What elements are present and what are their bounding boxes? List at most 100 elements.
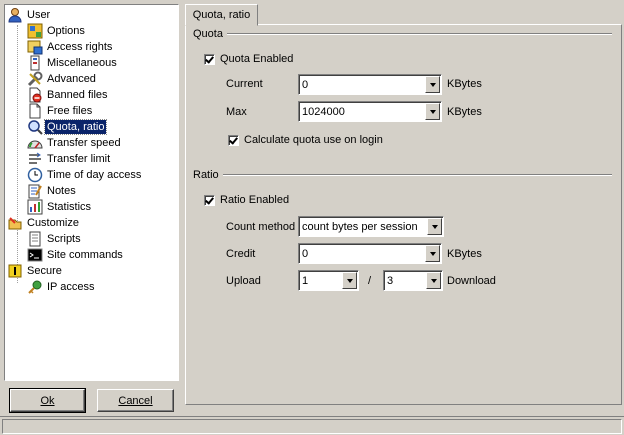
chevron-down-icon: [430, 278, 437, 283]
tree-item-label: Transfer speed: [47, 137, 121, 149]
dropdown-button[interactable]: [425, 76, 440, 93]
quota-group-header: Quota: [193, 28, 612, 40]
download-value: 3: [387, 274, 394, 287]
options-icon: [27, 23, 43, 39]
tree-item-site-commands[interactable]: Site commands: [27, 247, 125, 263]
calculate-quota-checkbox[interactable]: Calculate quota use on login: [228, 134, 383, 146]
tree-item-transfer-limit[interactable]: Transfer limit: [27, 151, 112, 167]
max-value: 1024000: [302, 105, 345, 118]
quota-enabled-checkbox[interactable]: Quota Enabled: [204, 53, 293, 65]
tree-group-label: User: [27, 9, 51, 21]
tree-item-free-files[interactable]: Free files: [27, 103, 94, 119]
credit-unit: KBytes: [447, 248, 482, 260]
status-bar: [0, 416, 624, 435]
cancel-button-label: Cancel: [118, 394, 153, 407]
banned-files-icon: [29, 87, 42, 103]
tree-item-label: Notes: [47, 185, 76, 197]
transfer-speed-icon: [27, 140, 43, 149]
credit-combo[interactable]: 0: [298, 243, 442, 264]
credit-value: 0: [302, 247, 309, 260]
tree-item-label: Advanced: [47, 73, 96, 85]
dropdown-button[interactable]: [342, 272, 357, 289]
ratio-group-label: Ratio: [193, 169, 219, 181]
tab-label: Quota, ratio: [192, 9, 251, 21]
tree-item-label: Miscellaneous: [47, 57, 117, 69]
tree-item-label: Statistics: [47, 201, 92, 213]
tree-item-label: Scripts: [47, 233, 81, 245]
upload-label: Upload: [226, 275, 261, 287]
tree-group-customize[interactable]: Customize: [7, 215, 81, 231]
tree-line: [17, 25, 18, 283]
download-combo[interactable]: 3: [383, 270, 443, 291]
tree-item-scripts[interactable]: Scripts: [27, 231, 83, 247]
dropdown-button[interactable]: [427, 218, 442, 235]
settings-tree[interactable]: User Options Access rights Miscellaneous…: [4, 4, 179, 381]
quota-group-label: Quota: [193, 28, 223, 40]
dropdown-button[interactable]: [425, 103, 440, 120]
notes-icon: [28, 184, 42, 199]
count-method-label: Count method: [226, 221, 296, 233]
upload-value: 1: [302, 274, 309, 287]
ip-access-icon: [28, 280, 42, 294]
max-unit: KBytes: [447, 106, 482, 118]
download-label: Download: [447, 275, 496, 287]
tab-quota-ratio[interactable]: Quota, ratio: [185, 4, 258, 26]
max-combo[interactable]: 1024000: [298, 101, 442, 122]
tree-item-label: Site commands: [47, 249, 123, 261]
tree-item-label: Free files: [47, 105, 93, 117]
tree-item-time-of-day-access[interactable]: Time of day access: [27, 167, 143, 183]
transfer-limit-icon: [29, 152, 41, 164]
dropdown-button[interactable]: [426, 272, 441, 289]
tree-group-user[interactable]: User: [7, 7, 52, 23]
ok-button-label: Ok: [40, 394, 55, 407]
tree-item-transfer-speed[interactable]: Transfer speed: [27, 135, 123, 151]
quota-ratio-icon: [28, 120, 43, 135]
chevron-down-icon: [346, 278, 353, 283]
count-method-select[interactable]: count bytes per session: [298, 216, 444, 237]
tree-item-notes[interactable]: Notes: [27, 183, 78, 199]
ok-button[interactable]: Ok: [9, 388, 86, 413]
statistics-icon: [27, 199, 43, 215]
tree-item-label: Banned files: [47, 89, 108, 101]
tree-line: [17, 233, 18, 243]
customize-icon: [8, 217, 22, 230]
current-combo[interactable]: 0: [298, 74, 442, 95]
tree-item-options[interactable]: Options: [27, 23, 87, 39]
tree-item-ip-access[interactable]: IP access: [27, 279, 97, 295]
access-rights-icon: [27, 40, 43, 55]
group-divider: [222, 174, 612, 176]
ratio-enabled-checkbox[interactable]: Ratio Enabled: [204, 194, 289, 206]
tree-item-quota-ratio[interactable]: Quota, ratio: [27, 119, 108, 135]
chevron-down-icon: [429, 109, 436, 114]
upload-combo[interactable]: 1: [298, 270, 359, 291]
secure-icon: [8, 264, 22, 278]
tree-item-advanced[interactable]: Advanced: [27, 71, 98, 87]
current-unit: KBytes: [447, 78, 482, 90]
miscellaneous-icon: [30, 55, 40, 71]
tree-group-label: Customize: [27, 217, 79, 229]
checkbox-box: [204, 53, 215, 65]
advanced-icon: [27, 71, 43, 87]
tree-item-label: Transfer limit: [47, 153, 111, 165]
checkbox-box: [204, 194, 215, 206]
ratio-group-header: Ratio: [193, 169, 612, 181]
dropdown-button[interactable]: [425, 245, 440, 262]
credit-label: Credit: [226, 248, 256, 260]
current-label: Current: [226, 78, 263, 90]
ratio-enabled-label: Ratio Enabled: [220, 194, 290, 206]
calculate-quota-label: Calculate quota use on login: [244, 134, 383, 146]
tree-group-label: Secure: [27, 265, 62, 277]
clock-icon: [27, 167, 43, 183]
group-divider: [226, 33, 612, 35]
chevron-down-icon: [429, 251, 436, 256]
cancel-button[interactable]: Cancel: [97, 389, 174, 412]
tree-item-access-rights[interactable]: Access rights: [27, 39, 114, 55]
tree-group-secure[interactable]: Secure: [7, 263, 64, 279]
count-method-value: count bytes per session: [302, 220, 418, 233]
tree-item-statistics[interactable]: Statistics: [27, 199, 93, 215]
tree-item-banned-files[interactable]: Banned files: [27, 87, 110, 103]
max-label: Max: [226, 106, 247, 118]
chevron-down-icon: [431, 224, 438, 229]
tree-item-miscellaneous[interactable]: Miscellaneous: [27, 55, 119, 71]
scripts-icon: [29, 231, 41, 247]
